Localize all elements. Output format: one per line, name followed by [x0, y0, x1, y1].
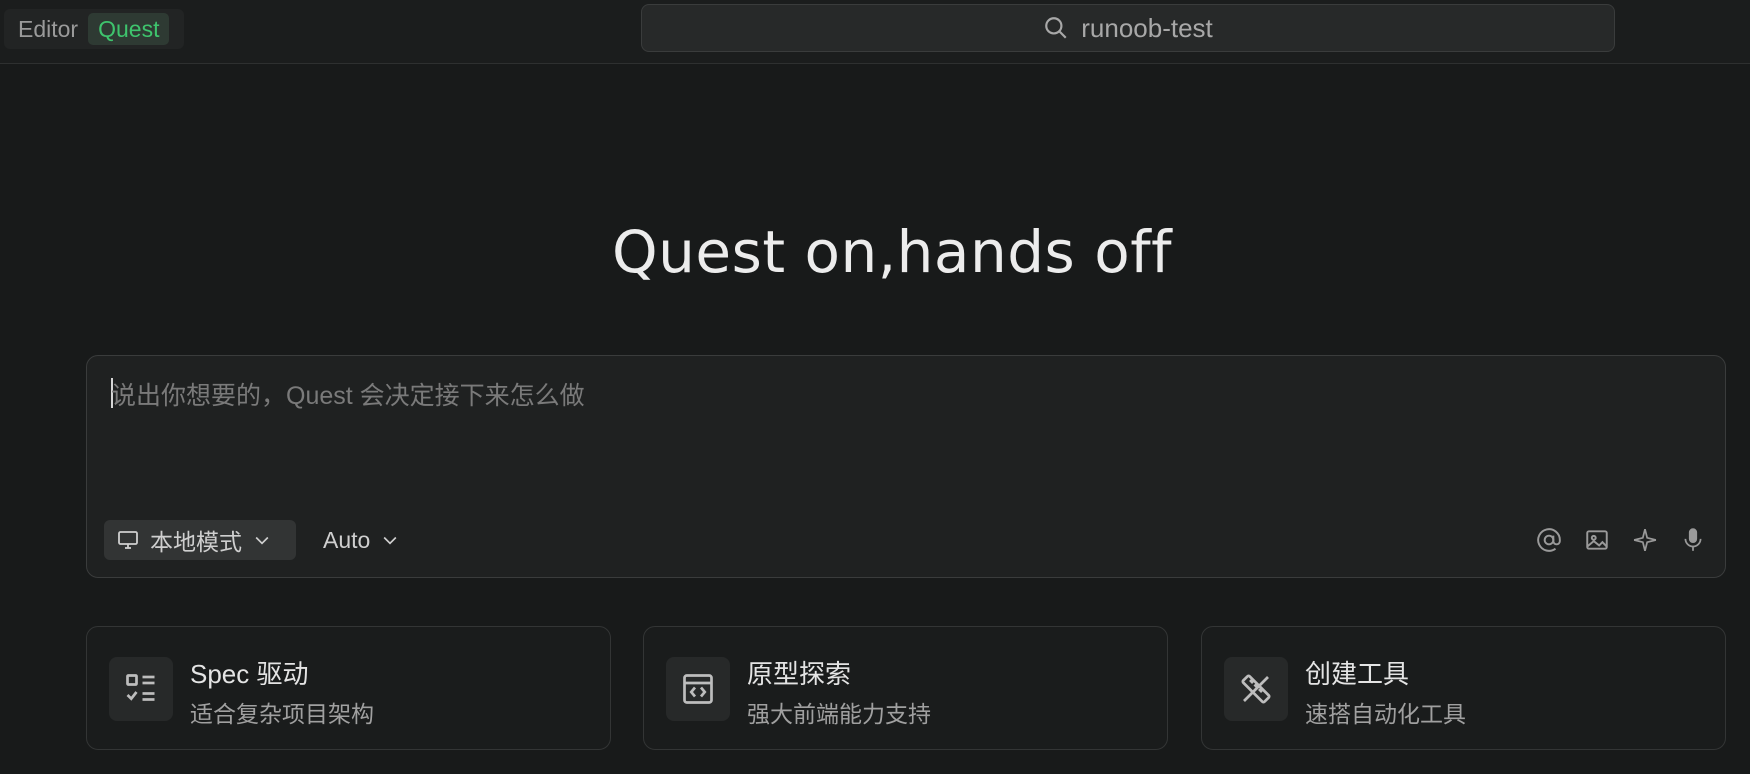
local-mode-label: 本地模式	[150, 529, 242, 555]
local-mode-dropdown[interactable]: 本地模式	[104, 520, 296, 560]
tab-editor[interactable]: Editor	[8, 13, 88, 45]
at-mention-icon[interactable]	[1535, 526, 1563, 554]
model-label: Auto	[323, 526, 371, 553]
project-search-bar[interactable]: runoob-test	[641, 4, 1615, 52]
top-bar: Editor Quest runoob-test	[0, 0, 1750, 64]
code-window-icon	[666, 657, 730, 721]
card-spec-driven[interactable]: Spec 驱动 适合复杂项目架构	[86, 626, 611, 750]
monitor-icon	[118, 531, 138, 549]
card-create-tools[interactable]: 创建工具 速搭自动化工具	[1201, 626, 1726, 750]
page-title: Quest on,hands off	[612, 218, 1173, 286]
chevron-down-icon	[255, 536, 269, 545]
card-title: 创建工具	[1305, 659, 1410, 689]
checklist-icon	[109, 657, 173, 721]
chevron-down-icon	[383, 536, 397, 545]
card-prototype-explore[interactable]: 原型探索 强大前端能力支持	[643, 626, 1168, 750]
card-subtitle: 适合复杂项目架构	[190, 701, 374, 727]
microphone-icon[interactable]	[1679, 526, 1707, 554]
card-subtitle: 速搭自动化工具	[1305, 701, 1466, 727]
search-text: runoob-test	[1081, 12, 1213, 43]
prompt-composer[interactable]: 说出你想要的，Quest 会决定接下来怎么做 本地模式 Auto	[86, 355, 1726, 578]
sparkle-icon[interactable]	[1631, 526, 1659, 554]
card-title: 原型探索	[747, 659, 852, 689]
search-icon	[1045, 17, 1067, 39]
model-dropdown[interactable]: Auto	[323, 520, 400, 560]
composer-tools	[1535, 522, 1707, 558]
card-subtitle: 强大前端能力支持	[747, 701, 931, 727]
tab-quest[interactable]: Quest	[88, 13, 170, 45]
card-title: Spec 驱动	[190, 659, 309, 689]
mode-switch: Editor Quest	[4, 9, 184, 49]
image-icon[interactable]	[1583, 526, 1611, 554]
prompt-input[interactable]: 说出你想要的，Quest 会决定接下来怎么做	[111, 376, 585, 412]
tools-icon	[1224, 657, 1288, 721]
